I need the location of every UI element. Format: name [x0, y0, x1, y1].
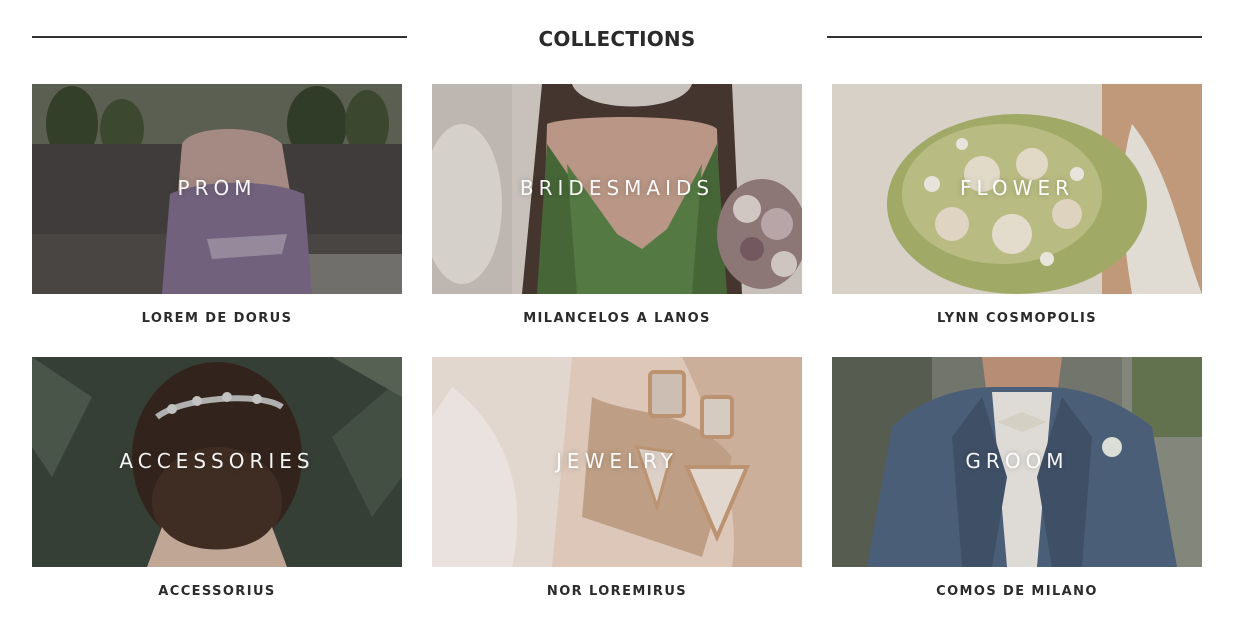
collection-image-flower[interactable]: FLOWER [832, 84, 1202, 294]
header-rule-left [32, 36, 407, 38]
collection-caption-groom[interactable]: COMOS DE MILANO [832, 567, 1202, 630]
collection-caption-jewelry[interactable]: NOR LOREMIRUS [432, 567, 802, 630]
section-title: COLLECTIONS [538, 27, 696, 51]
collection-overlay-accessories: ACCESSORIES [119, 449, 315, 473]
collection-card-prom[interactable]: PROM LOREM DE DORUS [32, 84, 402, 357]
collection-caption-prom[interactable]: LOREM DE DORUS [32, 294, 402, 357]
collection-overlay-bridesmaids: BRIDESMAIDS [519, 176, 715, 200]
collection-caption-accessories[interactable]: ACCESSORIUS [32, 567, 402, 630]
collection-caption-bridesmaids[interactable]: MILANCELOS A LANOS [432, 294, 802, 357]
collections-header: COLLECTIONS [32, 18, 1202, 60]
collection-card-accessories[interactable]: ACCESSORIES ACCESSORIUS [32, 357, 402, 630]
collection-caption-flower[interactable]: LYNN COSMOPOLIS [832, 294, 1202, 357]
collection-card-groom[interactable]: GROOM COMOS DE MILANO [832, 357, 1202, 630]
collection-image-prom[interactable]: PROM [32, 84, 402, 294]
collection-image-groom[interactable]: GROOM [832, 357, 1202, 567]
collection-card-bridesmaids[interactable]: BRIDESMAIDS MILANCELOS A LANOS [432, 84, 802, 357]
collection-image-bridesmaids[interactable]: BRIDESMAIDS [432, 84, 802, 294]
collection-overlay-groom: GROOM [965, 449, 1069, 473]
collection-card-flower[interactable]: FLOWER LYNN COSMOPOLIS [832, 84, 1202, 357]
collection-image-accessories[interactable]: ACCESSORIES [32, 357, 402, 567]
collection-overlay-flower: FLOWER [960, 176, 1074, 200]
collection-overlay-prom: PROM [177, 176, 257, 200]
collection-image-jewelry[interactable]: JEWELRY [432, 357, 802, 567]
collection-overlay-jewelry: JEWELRY [556, 449, 678, 473]
collection-card-jewelry[interactable]: JEWELRY NOR LOREMIRUS [432, 357, 802, 630]
collections-grid: PROM LOREM DE DORUS BRIDESMAIDS MILANCEL… [32, 84, 1202, 630]
header-rule-right [827, 36, 1202, 38]
